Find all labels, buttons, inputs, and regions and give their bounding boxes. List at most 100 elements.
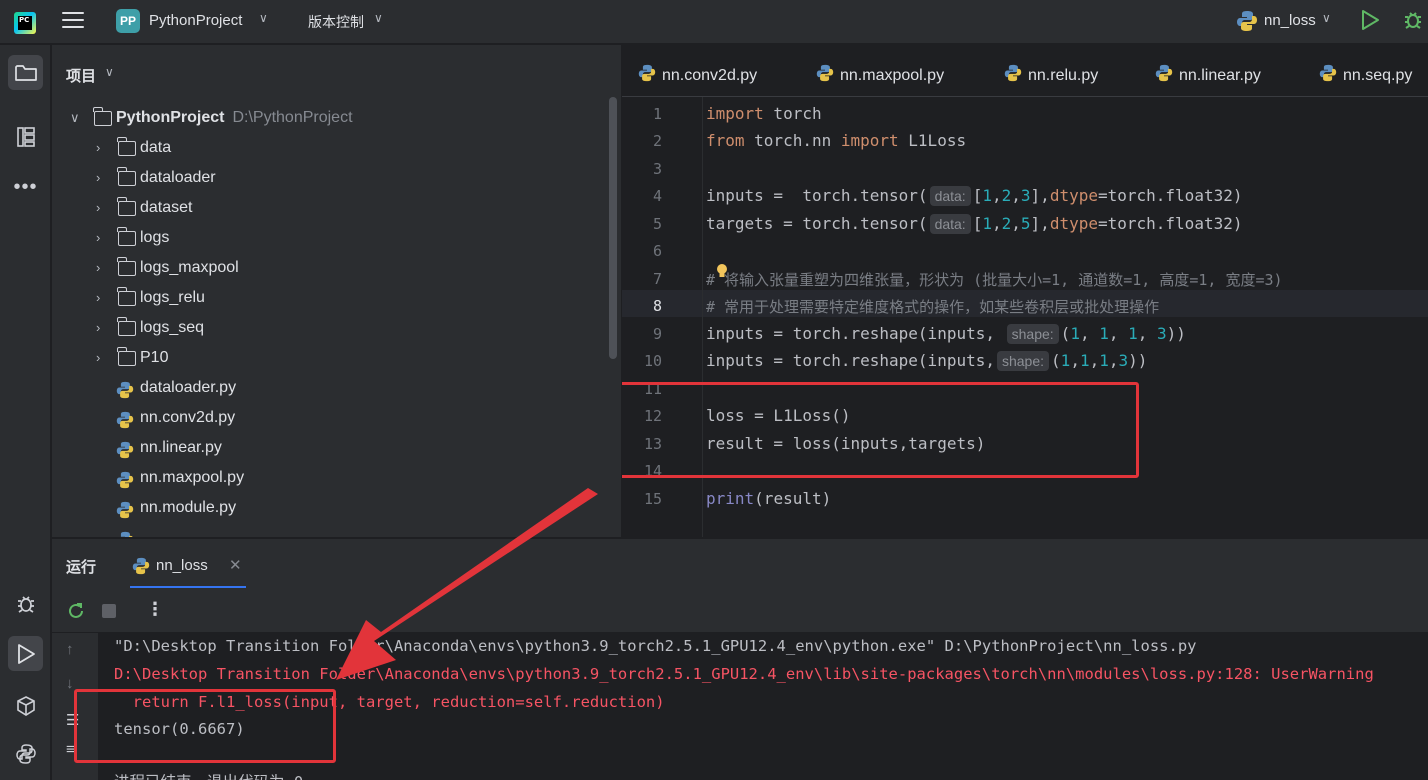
tab-label: nn.relu.py	[1028, 67, 1099, 84]
main-menu-icon[interactable]	[62, 12, 84, 32]
code-line[interactable]: inputs = torch.tensor(data: [1,2,3],dtype…	[706, 186, 1242, 206]
file-label: nn.conv2d.py	[140, 409, 236, 426]
python-file-icon	[116, 381, 134, 404]
chevron-down-icon[interactable]: ∨	[70, 110, 80, 126]
close-icon[interactable]: ✕	[229, 556, 242, 574]
debug-icon[interactable]	[1402, 9, 1424, 35]
scroll-up-icon[interactable]: ↑	[66, 641, 74, 658]
run-icon[interactable]	[1360, 9, 1380, 35]
tree-file-item[interactable]: nn.module.py	[52, 494, 612, 524]
tab-label: nn.seq.py	[1343, 67, 1413, 84]
tree-folder-item[interactable]: › logs	[52, 224, 612, 254]
line-number: 6	[652, 242, 662, 260]
editor-tab[interactable]: nn.relu.py	[1004, 62, 1098, 85]
vcs-menu[interactable]: 版本控制	[308, 12, 364, 32]
project-tool-folder-icon[interactable]	[8, 55, 43, 90]
python-file-icon	[1004, 64, 1022, 87]
project-selector[interactable]: PythonProject	[149, 12, 242, 29]
tree-file-item[interactable]: dataloader.py	[52, 374, 612, 404]
editor-tab[interactable]: nn.linear.py	[1155, 62, 1261, 85]
run-tab[interactable]: nn_loss ✕	[130, 548, 246, 588]
python-file-icon	[116, 501, 134, 524]
code-line[interactable]: inputs = torch.reshape(inputs, shape: (1,1…	[706, 351, 1147, 371]
folder-label: logs_relu	[140, 289, 205, 306]
line-number: 1	[652, 105, 662, 123]
python-file-icon	[816, 64, 834, 87]
chevron-right-icon[interactable]: ›	[96, 320, 100, 335]
chevron-right-icon[interactable]: ›	[96, 350, 100, 365]
folder-label: data	[140, 139, 172, 156]
tree-folder-item[interactable]: › P10	[52, 344, 612, 374]
annotation-highlight-box	[622, 382, 1139, 478]
folder-label: logs_maxpool	[140, 259, 239, 276]
lightbulb-icon[interactable]	[716, 263, 728, 279]
logo-text: PC	[18, 16, 32, 30]
chevron-right-icon[interactable]: ›	[96, 230, 100, 245]
chevron-right-icon[interactable]: ›	[96, 200, 100, 215]
code-line[interactable]: import torch	[706, 104, 822, 123]
structure-icon[interactable]	[8, 119, 43, 154]
run-tool-icon[interactable]	[8, 636, 43, 671]
tree-folder-item[interactable]: › dataloader	[52, 164, 612, 194]
editor-tab[interactable]: nn.conv2d.py	[638, 62, 757, 85]
chevron-right-icon[interactable]: ›	[96, 290, 100, 305]
chevron-right-icon[interactable]: ›	[96, 140, 100, 155]
tree-folder-item[interactable]: › data	[52, 134, 612, 164]
chevron-right-icon[interactable]: ›	[96, 170, 100, 185]
code-comment-line[interactable]: # 常用于处理需要特定维度格式的操作，如某些卷积层或批处理操作	[706, 296, 1159, 317]
chevron-down-icon[interactable]: ∨	[259, 11, 268, 25]
panel-title[interactable]: 项目	[66, 65, 96, 86]
python-file-icon	[1319, 64, 1337, 87]
python-file-icon	[116, 441, 134, 464]
folder-icon	[117, 257, 136, 276]
tree-file-item-partial[interactable]	[52, 524, 612, 537]
run-configuration-selector[interactable]: nn_loss	[1264, 12, 1316, 29]
rerun-icon[interactable]	[66, 601, 86, 625]
console-line: "D:\Desktop Transition Folder\Anaconda\e…	[114, 637, 1197, 655]
folder-icon	[93, 107, 112, 126]
tree-folder-item[interactable]: › logs_maxpool	[52, 254, 612, 284]
code-line[interactable]: from torch.nn import L1Loss	[706, 131, 966, 150]
tree-root[interactable]: ∨ PythonProject D:\PythonProject	[52, 104, 612, 134]
run-panel-title: 运行	[66, 559, 97, 576]
line-number: 2	[652, 132, 662, 150]
python-icon	[1236, 10, 1258, 36]
project-scrollbar[interactable]	[609, 97, 617, 359]
folder-label: logs	[140, 229, 170, 246]
chevron-down-icon[interactable]: ∨	[105, 65, 114, 79]
code-line[interactable]: targets = torch.tensor(data: [1,2,5],dtyp…	[706, 214, 1242, 234]
file-label: nn.maxpool.py	[140, 469, 245, 486]
folder-icon	[117, 227, 136, 246]
tree-folder-item[interactable]: › logs_relu	[52, 284, 612, 314]
line-number: 7	[652, 270, 662, 288]
chevron-down-icon[interactable]: ∨	[1322, 11, 1331, 25]
tree-folder-item[interactable]: › dataset	[52, 194, 612, 224]
code-comment-line[interactable]: # 将输入张量重塑为四维张量，形状为 (批量大小=1, 通道数=1, 高度=1,…	[706, 269, 1283, 290]
line-number: 4	[652, 187, 662, 205]
tree-folder-item[interactable]: › logs_seq	[52, 314, 612, 344]
tree-file-item[interactable]: nn.maxpool.py	[52, 464, 612, 494]
chevron-right-icon[interactable]: ›	[96, 260, 100, 275]
code-line[interactable]: inputs = torch.reshape(inputs, shape: (1,…	[706, 324, 1186, 344]
tab-label: nn.conv2d.py	[662, 67, 758, 84]
run-tool-window: 运行 nn_loss ✕ ⋮ ↑ ↓ ☰ ≡ "D:\Desktop Trans…	[52, 538, 1428, 780]
scroll-down-icon[interactable]: ↓	[66, 675, 74, 692]
chevron-down-icon[interactable]: ∨	[374, 11, 383, 25]
line-number: 5	[652, 215, 662, 233]
editor-tab[interactable]: nn.maxpool.py	[816, 62, 944, 85]
pycharm-logo-icon[interactable]: PC	[14, 12, 36, 34]
project-badge[interactable]: PP	[116, 9, 140, 33]
more-options-icon[interactable]: ⋮	[146, 599, 164, 620]
folder-label: dataset	[140, 199, 193, 216]
run-toolbar: ⋮	[52, 591, 1428, 633]
code-line[interactable]: print(result)	[706, 489, 831, 508]
tree-file-item[interactable]: nn.conv2d.py	[52, 404, 612, 434]
python-packages-icon[interactable]	[8, 688, 43, 723]
python-console-icon[interactable]	[8, 736, 43, 771]
line-number-current: 8	[652, 297, 662, 315]
more-tools-icon[interactable]: •••	[8, 169, 43, 204]
editor-tab[interactable]: nn.seq.py	[1319, 62, 1412, 85]
tree-file-item[interactable]: nn.linear.py	[52, 434, 612, 464]
stop-icon[interactable]	[102, 604, 116, 618]
debug-tool-icon[interactable]	[8, 586, 43, 621]
